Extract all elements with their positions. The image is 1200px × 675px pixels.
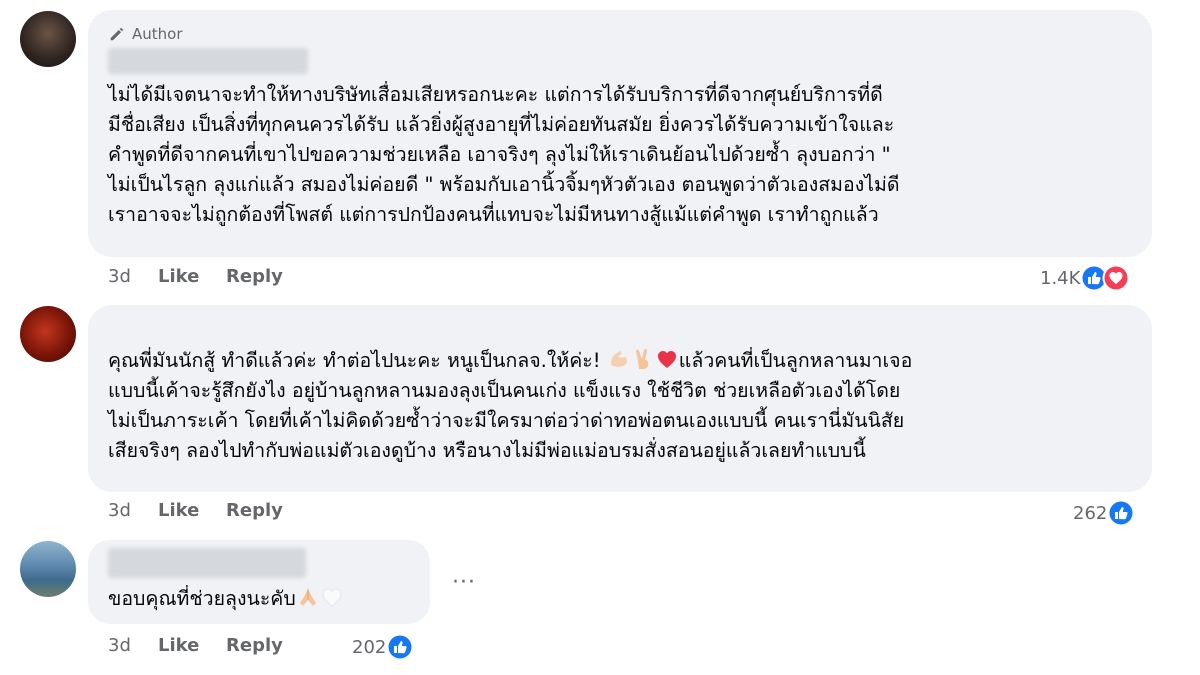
author-badge: Author [108, 22, 183, 46]
reaction-count: 262 [1073, 502, 1108, 524]
love-reaction-icon [1102, 264, 1130, 292]
author-badge-label: Author [132, 25, 183, 43]
reaction-count: 202 [352, 636, 387, 658]
comment-text-part: แล้วคนที่เป็นลูกหลานมาเจอ [678, 349, 913, 372]
victory-hand-emoji [635, 348, 649, 369]
reply-button[interactable]: Reply [226, 635, 283, 656]
red-heart-emoji [657, 351, 676, 368]
reaction-summary[interactable]: 1.4K [1040, 264, 1130, 292]
more-options-button[interactable]: ··· [452, 570, 476, 595]
reaction-count: 1.4K [1040, 267, 1081, 289]
reply-button[interactable]: Reply [226, 266, 283, 287]
like-reaction-icon [386, 633, 414, 661]
like-button[interactable]: Like [158, 500, 226, 521]
commenter-name-blurred[interactable] [108, 48, 308, 74]
comment-actions: 3d Like Reply [108, 635, 283, 656]
commenter-avatar[interactable] [20, 11, 76, 67]
like-reaction-icon [1107, 499, 1135, 527]
pencil-icon [110, 27, 124, 41]
like-button[interactable]: Like [158, 266, 226, 287]
commenter-avatar[interactable] [20, 541, 76, 597]
folded-hands-emoji [299, 589, 316, 606]
comment-timestamp[interactable]: 3d [108, 266, 158, 287]
comment-text: คุณพี่มันนักสู้ ทำดีแล้วค่ะ ทำต่อไปนะคะ … [108, 346, 912, 466]
flexed-biceps-emoji [610, 351, 627, 367]
comment-timestamp[interactable]: 3d [108, 635, 158, 656]
comment-text-part: คุณพี่มันนักสู้ ทำดีแล้วค่ะ ทำต่อไปนะคะ … [108, 349, 607, 372]
commenter-avatar[interactable] [20, 306, 76, 362]
commenter-name-blurred[interactable] [108, 548, 306, 578]
reaction-summary[interactable]: 202 [352, 633, 414, 661]
reply-button[interactable]: Reply [226, 500, 283, 521]
comment-text-part: แบบนี้เค้าจะรู้สึกยังไง อยู่บ้านลูกหลานม… [108, 379, 905, 462]
comment-text-part: ขอบคุณที่ช่วยลุงนะคับ [108, 587, 296, 610]
comment-actions: 3d Like Reply [108, 500, 283, 521]
comment-text: ไม่ได้มีเจตนาจะทำให้ทางบริษัทเสื่อมเสียห… [108, 83, 900, 226]
white-heart-emoji [322, 588, 342, 607]
reaction-summary[interactable]: 262 [1073, 499, 1135, 527]
comment-text: ขอบคุณที่ช่วยลุงนะคับ [108, 584, 344, 614]
comment-timestamp[interactable]: 3d [108, 500, 158, 521]
like-button[interactable]: Like [158, 635, 226, 656]
comment-actions: 3d Like Reply [108, 266, 283, 287]
